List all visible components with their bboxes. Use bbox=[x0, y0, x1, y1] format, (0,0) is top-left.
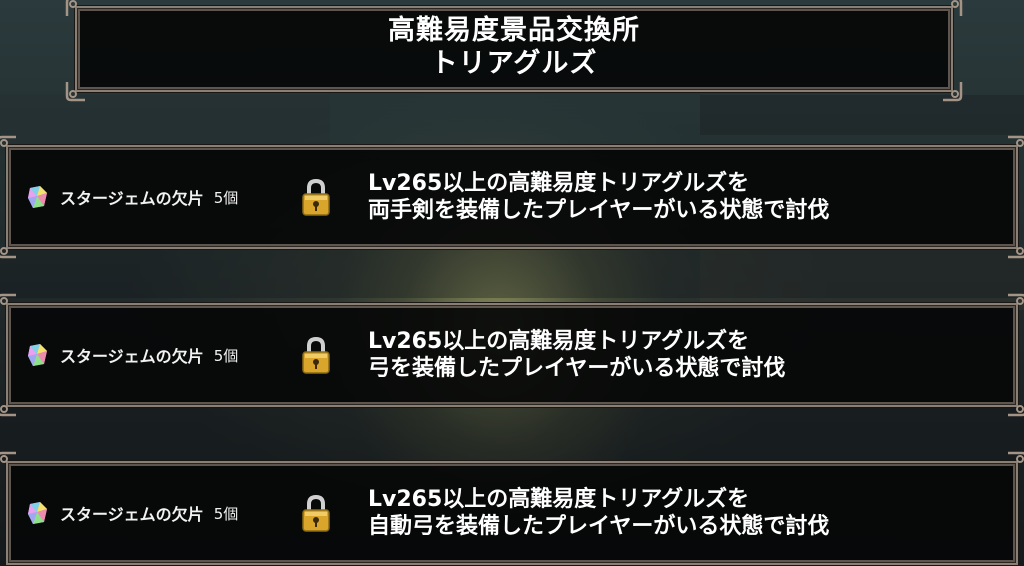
padlock-icon bbox=[302, 178, 330, 216]
ornament-corner-icon bbox=[0, 135, 18, 157]
ornament-corner-icon bbox=[1006, 237, 1024, 259]
reward-info: スタージェムの欠片 5個 bbox=[26, 500, 238, 526]
ornament-corner-icon bbox=[0, 451, 18, 473]
condition-line: 弓を装備したプレイヤーがいる状態で討伐 bbox=[368, 356, 786, 381]
ornament-corner-icon bbox=[0, 237, 18, 259]
mission-condition: Lv265以上の高難易度トリアグルズを 自動弓を装備したプレイヤーがいる状態で討… bbox=[368, 486, 829, 540]
reward-quantity: 5個 bbox=[213, 346, 239, 365]
reward-name: スタージェムの欠片 bbox=[60, 189, 204, 208]
condition-line: Lv265以上の高難易度トリアグルズを bbox=[368, 171, 750, 196]
padlock-icon bbox=[302, 494, 330, 532]
mission-condition: Lv265以上の高難易度トリアグルズを 弓を装備したプレイヤーがいる状態で討伐 bbox=[368, 328, 785, 382]
title-panel: 高難易度景品交換所 トリアグルズ bbox=[65, 0, 963, 102]
condition-line: Lv265以上の高難易度トリアグルズを bbox=[368, 487, 750, 512]
reward-info: スタージェムの欠片 5個 bbox=[26, 342, 238, 368]
game-screen: 高難易度景品交換所 トリアグルズ スタージェムの欠片 5個 Lv265以上の高難… bbox=[0, 0, 1024, 566]
reward-info: スタージェムの欠片 5個 bbox=[26, 184, 238, 210]
page-subtitle: トリアグルズ bbox=[430, 48, 598, 79]
page-title: 高難易度景品交換所 bbox=[388, 15, 640, 46]
background-structure bbox=[0, 250, 1024, 298]
reward-quantity: 5個 bbox=[213, 504, 239, 523]
star-gem-fragment-icon bbox=[28, 502, 47, 524]
ornament-corner-icon bbox=[1006, 451, 1024, 473]
ornament-corner-icon bbox=[941, 80, 963, 102]
star-gem-fragment-icon bbox=[28, 344, 47, 366]
mission-row[interactable]: スタージェムの欠片 5個 Lv265以上の高難易度トリアグルズを 両手剣を装備し… bbox=[0, 135, 1024, 259]
ornament-corner-icon bbox=[0, 293, 18, 315]
star-gem-fragment-icon bbox=[28, 186, 47, 208]
condition-line: Lv265以上の高難易度トリアグルズを bbox=[368, 329, 750, 354]
mission-row[interactable]: スタージェムの欠片 5個 Lv265以上の高難易度トリアグルズを 弓を装備したプ… bbox=[0, 293, 1024, 417]
reward-name: スタージェムの欠片 bbox=[60, 505, 204, 524]
background-structure bbox=[0, 405, 1024, 460]
padlock-icon bbox=[302, 336, 330, 374]
mission-condition: Lv265以上の高難易度トリアグルズを 両手剣を装備したプレイヤーがいる状態で討… bbox=[368, 170, 829, 224]
ornament-corner-icon bbox=[0, 395, 18, 417]
ornament-corner-icon bbox=[1006, 395, 1024, 417]
ornament-corner-icon bbox=[1006, 293, 1024, 315]
mission-row[interactable]: スタージェムの欠片 5個 Lv265以上の高難易度トリアグルズを 自動弓を装備し… bbox=[0, 451, 1024, 565]
background-structure bbox=[700, 95, 1024, 135]
ornament-corner-icon bbox=[1006, 135, 1024, 157]
condition-line: 自動弓を装備したプレイヤーがいる状態で討伐 bbox=[368, 514, 830, 539]
reward-quantity: 5個 bbox=[213, 188, 239, 207]
reward-name: スタージェムの欠片 bbox=[60, 347, 204, 366]
ornament-corner-icon bbox=[65, 80, 87, 102]
condition-line: 両手剣を装備したプレイヤーがいる状態で討伐 bbox=[368, 198, 830, 223]
